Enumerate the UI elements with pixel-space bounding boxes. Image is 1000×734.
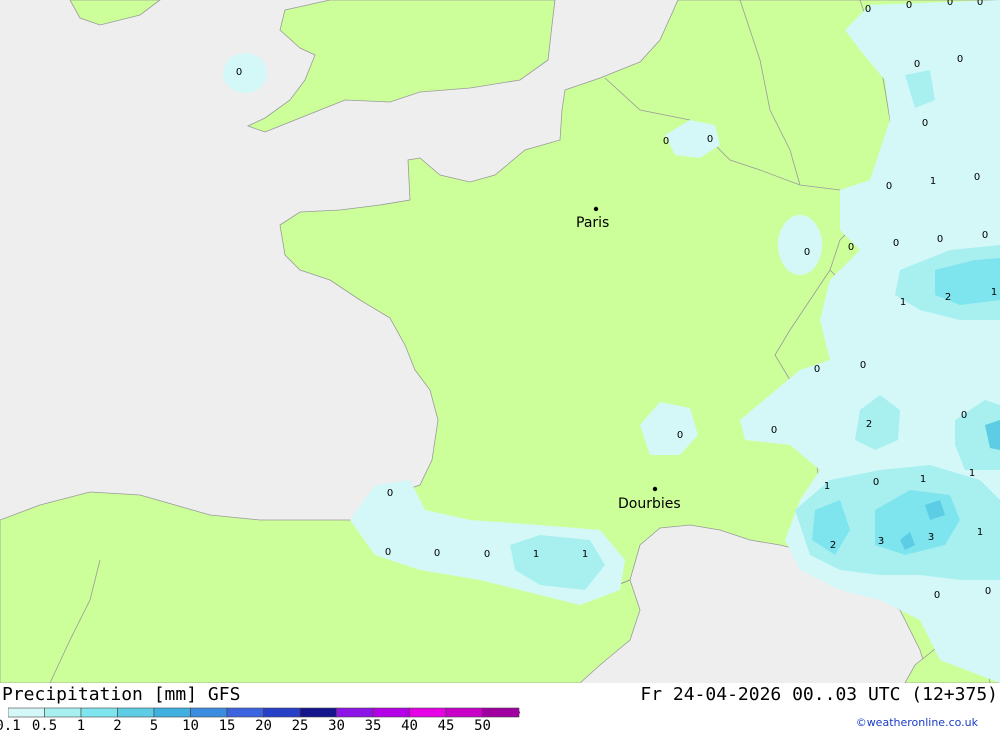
color-scale-cell — [263, 707, 301, 718]
color-scale-tick: 5 — [149, 718, 159, 734]
city-dot-paris — [593, 206, 599, 212]
color-scale-cells — [8, 707, 520, 718]
map-value: 0 — [814, 364, 820, 375]
map-value: 0 — [937, 234, 943, 245]
map-title: Precipitation [mm] GFS — [2, 684, 241, 705]
color-scale-ticks: 0.10.5125101520253035404550 — [0, 718, 520, 734]
map-value: 0 — [914, 59, 920, 70]
map-value: 1 — [920, 474, 926, 485]
map-value: 1 — [824, 481, 830, 492]
map-value: 0 — [860, 360, 866, 371]
map-value: 0 — [848, 242, 854, 253]
map-value: 0 — [434, 548, 440, 559]
map-value: 0 — [906, 0, 912, 11]
color-scale-cell — [445, 707, 483, 718]
map-value: 1 — [969, 468, 975, 479]
map-value: 0 — [934, 590, 940, 601]
map-value: 2 — [830, 540, 836, 551]
color-scale-cell — [44, 707, 82, 718]
map-value: 0 — [663, 136, 669, 147]
color-scale-tick: 20 — [255, 718, 272, 734]
color-scale-tick: 35 — [364, 718, 382, 734]
map-value: 2 — [945, 292, 951, 303]
forecast-datetime: Fr 24-04-2026 00..03 UTC (12+375) — [640, 684, 998, 705]
color-scale-tick: 50 — [474, 718, 491, 734]
color-scale-cell — [8, 707, 45, 718]
color-scale-cell — [117, 707, 155, 718]
map-value: 0 — [974, 172, 980, 183]
color-scale-cell — [226, 707, 264, 718]
map-value: 1 — [930, 176, 936, 187]
map-value: 0 — [385, 547, 391, 558]
map-value: 1 — [900, 297, 906, 308]
color-scale-tick: 10 — [182, 718, 199, 734]
color-scale-cell — [190, 707, 228, 718]
color-scale-cell — [336, 707, 374, 718]
color-scale-tick: 2 — [113, 718, 122, 734]
map-value: 0 — [985, 586, 991, 597]
map-value: 0 — [387, 488, 393, 499]
map-value: 0 — [886, 181, 892, 192]
map-value: 0 — [865, 4, 871, 15]
map-value: 2 — [866, 419, 872, 430]
color-scale-cell — [80, 707, 118, 718]
map-value: 0 — [893, 238, 899, 249]
map-value: 0 — [922, 118, 928, 129]
map-value: 0 — [804, 247, 810, 258]
precipitation-map: 0 0 0 0 0 0 0 0 0 1 0 0 0 0 0 0 1 2 1 0 … — [0, 0, 1000, 683]
precip-area-atlantic — [223, 53, 267, 93]
map-value: 0 — [484, 549, 490, 560]
color-scale-tick: 45 — [437, 718, 455, 734]
color-scale-tick: 0.1 — [0, 718, 21, 734]
color-scale-cell — [153, 707, 191, 718]
color-scale-tick: 25 — [291, 718, 309, 734]
map-value: 0 — [707, 134, 713, 145]
color-scale-cell — [409, 707, 447, 718]
map-value: 0 — [982, 230, 988, 241]
color-scale-cell — [372, 707, 410, 718]
city-label-paris: Paris — [576, 215, 609, 231]
map-value: 0 — [947, 0, 953, 8]
map-value: 0 — [236, 67, 242, 78]
city-dot-dourbies — [652, 486, 658, 492]
color-scale-tick: 30 — [328, 718, 345, 734]
map-value: 1 — [533, 549, 539, 560]
map-value: 0 — [961, 410, 967, 421]
map-value: 1 — [582, 549, 588, 560]
color-scale-cell — [299, 707, 337, 718]
color-scale — [8, 707, 520, 718]
map-value: 1 — [977, 527, 983, 538]
color-scale-tick: 1 — [76, 718, 86, 734]
map-value: 0 — [677, 430, 683, 441]
map-canvas: 0 0 0 0 0 0 0 0 0 1 0 0 0 0 0 0 1 2 1 0 … — [0, 0, 1000, 683]
map-value: 0 — [957, 54, 963, 65]
map-value: 0 — [771, 425, 777, 436]
map-value: 3 — [878, 536, 884, 547]
credit-text: ©weatheronline.co.uk — [855, 716, 978, 729]
map-value: 3 — [928, 532, 934, 543]
color-scale-tick: 40 — [401, 718, 418, 734]
precip-area-lux — [778, 215, 822, 275]
city-label-dourbies: Dourbies — [618, 496, 681, 512]
color-scale-tick: 0.5 — [31, 718, 58, 734]
map-value: 0 — [873, 477, 879, 488]
color-scale-tick: 15 — [218, 718, 236, 734]
map-value: 1 — [991, 287, 997, 298]
map-value: 0 — [977, 0, 983, 8]
